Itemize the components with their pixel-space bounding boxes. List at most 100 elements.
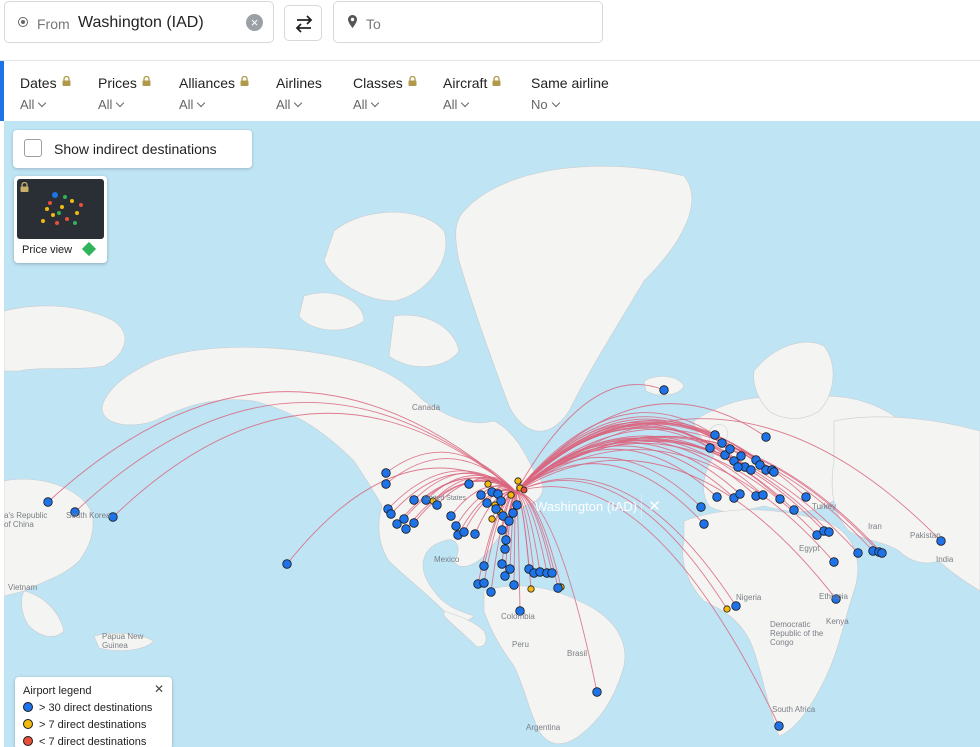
map-canvas[interactable]	[4, 121, 980, 747]
airport-marker-large[interactable]	[877, 548, 887, 558]
airport-marker-large[interactable]	[547, 568, 557, 578]
airport-marker-large[interactable]	[725, 444, 735, 454]
airport-marker-large[interactable]	[464, 479, 474, 489]
lock-icon	[492, 76, 501, 86]
airport-marker-large[interactable]	[824, 527, 834, 537]
lock-icon	[142, 76, 151, 86]
airport-marker-large[interactable]	[769, 467, 779, 477]
airport-marker-large[interactable]	[43, 497, 53, 507]
route-map[interactable]: Canada United States Mexico Colombia Per…	[4, 121, 980, 747]
airport-marker-large[interactable]	[500, 544, 510, 554]
airport-marker-large[interactable]	[774, 721, 784, 731]
filter-aircraft[interactable]: Aircraft All	[443, 75, 501, 112]
chevron-down-icon	[294, 98, 303, 108]
airport-marker-large[interactable]	[476, 490, 486, 500]
airport-marker-large[interactable]	[712, 492, 722, 502]
airport-marker-medium[interactable]	[484, 480, 492, 488]
airport-marker-small[interactable]	[520, 486, 528, 494]
airport-marker-large[interactable]	[381, 468, 391, 478]
indirect-destinations-toggle[interactable]: Show indirect destinations	[13, 130, 252, 168]
airport-marker-large[interactable]	[496, 496, 506, 506]
airport-marker-medium[interactable]	[723, 605, 731, 613]
airport-marker-large[interactable]	[504, 516, 514, 526]
filter-value: All	[276, 97, 322, 112]
airport-marker-large[interactable]	[829, 557, 839, 567]
airport-marker-large[interactable]	[386, 509, 396, 519]
airport-marker-large[interactable]	[735, 489, 745, 499]
airport-marker-large[interactable]	[705, 443, 715, 453]
airport-marker-large[interactable]	[746, 465, 756, 475]
to-input[interactable]: To	[366, 16, 381, 32]
airport-marker-large[interactable]	[553, 583, 563, 593]
lock-icon	[408, 76, 417, 86]
airport-marker-large[interactable]	[509, 580, 519, 590]
airport-marker-large[interactable]	[479, 561, 489, 571]
airport-marker-large[interactable]	[853, 548, 863, 558]
from-value[interactable]: Washington (IAD)	[78, 14, 204, 32]
airport-marker-large[interactable]	[761, 432, 771, 442]
geo-label-papua-new-guinea: Papua New Guinea	[102, 632, 144, 650]
geo-label-peru: Peru	[512, 640, 529, 649]
airport-marker-large[interactable]	[512, 500, 522, 510]
airport-marker-large[interactable]	[491, 504, 501, 514]
airport-marker-large[interactable]	[710, 430, 720, 440]
filter-classes[interactable]: Classes All	[353, 75, 417, 112]
airport-marker-large[interactable]	[501, 535, 511, 545]
airport-marker-large[interactable]	[733, 462, 743, 472]
airport-marker-medium[interactable]	[527, 585, 535, 593]
airport-marker-large[interactable]	[497, 559, 507, 569]
airport-marker-large[interactable]	[401, 524, 411, 534]
price-view-label: Price view	[22, 244, 73, 256]
filter-prices[interactable]: Prices All	[98, 75, 151, 112]
filter-label: Alliances	[179, 75, 236, 91]
geo-label-iran: Iran	[868, 522, 882, 531]
airport-marker-large[interactable]	[758, 490, 768, 500]
airport-marker-large[interactable]	[497, 525, 507, 535]
clear-icon[interactable]: ×	[246, 14, 263, 31]
airport-marker-large[interactable]	[482, 498, 492, 508]
airport-marker-large[interactable]	[592, 687, 602, 697]
filter-airlines[interactable]: Airlines All	[276, 75, 322, 112]
airport-marker-large[interactable]	[801, 492, 811, 502]
airport-marker-large[interactable]	[696, 502, 706, 512]
airport-marker-large[interactable]	[459, 527, 469, 537]
from-field[interactable]: From Washington (IAD) ×	[4, 1, 274, 43]
airport-marker-large[interactable]	[409, 495, 419, 505]
filter-same-airline[interactable]: Same airline No	[531, 75, 609, 112]
airport-marker-large[interactable]	[446, 511, 456, 521]
geo-label-south-africa: South Africa	[772, 705, 816, 714]
close-icon[interactable]: ✕	[641, 494, 667, 519]
airport-marker-large[interactable]	[409, 518, 419, 528]
land-alaska	[4, 305, 126, 372]
airport-marker-large[interactable]	[399, 514, 409, 524]
price-view-button[interactable]: Price view	[14, 176, 107, 263]
airport-marker-medium[interactable]	[507, 491, 515, 499]
indirect-checkbox[interactable]	[24, 139, 42, 157]
airport-marker-large[interactable]	[717, 438, 727, 448]
airport-marker-large[interactable]	[699, 519, 709, 529]
geo-label-nigeria: Nigeria	[736, 593, 762, 602]
airport-marker-large[interactable]	[775, 494, 785, 504]
airport-marker-large[interactable]	[486, 587, 496, 597]
filter-dates[interactable]: Dates All	[20, 75, 71, 112]
filter-value: All	[98, 97, 151, 112]
swap-button[interactable]	[284, 5, 322, 41]
airport-marker-large[interactable]	[479, 578, 489, 588]
airport-marker-large[interactable]	[789, 505, 799, 515]
close-icon[interactable]: ✕	[154, 682, 164, 696]
to-field[interactable]: To	[333, 1, 603, 43]
airport-marker-large[interactable]	[451, 521, 461, 531]
legend-item: < 7 direct destinations	[23, 736, 146, 747]
airport-marker-large[interactable]	[381, 479, 391, 489]
airport-marker-large[interactable]	[508, 508, 518, 518]
airport-marker-large[interactable]	[470, 529, 480, 539]
airport-marker-medium[interactable]	[488, 515, 496, 523]
airport-marker-large[interactable]	[505, 564, 515, 574]
filter-alliances[interactable]: Alliances All	[179, 75, 249, 112]
geo-label-india: India	[936, 555, 954, 564]
airport-marker-medium[interactable]	[514, 477, 522, 485]
airport-marker-large[interactable]	[731, 601, 741, 611]
airport-marker-large[interactable]	[736, 451, 746, 461]
airport-marker-large[interactable]	[282, 559, 292, 569]
airport-marker-large[interactable]	[659, 385, 669, 395]
